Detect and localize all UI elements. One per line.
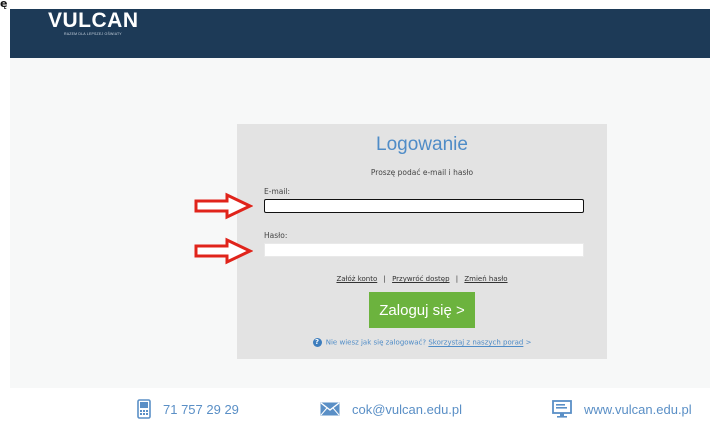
corner-text: ę [0,0,8,10]
phone-icon [137,399,151,419]
footer-email[interactable]: cok@vulcan.edu.pl [320,398,462,420]
password-field[interactable] [264,243,584,257]
help-line: ? Nie wiesz jak się zalogować? Skorzysta… [237,338,607,347]
logo-text: VULCAN [48,9,139,32]
help-link[interactable]: Skorzystaj z naszych porad [428,339,523,347]
email-address: cok@vulcan.edu.pl [352,401,463,417]
login-button[interactable]: Zaloguj się > [369,292,475,328]
link-separator: | [455,275,459,283]
envelope-icon [320,402,340,416]
website-url: www.vulcan.edu.pl [584,401,692,417]
restore-access-link[interactable]: Przywróć dostęp [392,275,449,283]
change-password-link[interactable]: Zmień hasło [464,275,507,283]
monitor-icon [552,400,572,418]
arrow-right-icon [194,237,253,265]
vulcan-logo[interactable]: VULCAN RAZEM DLA LEPSZEJ OŚWIATY [48,9,139,36]
help-suffix: > [525,338,532,347]
footer-phone[interactable]: 71 757 29 29 [137,398,239,420]
login-title: Logowanie [376,134,468,155]
email-label: E-mail: [264,187,291,196]
arrow-right-icon [194,192,253,220]
page: ę VULCAN RAZEM DLA LEPSZEJ OŚWIATY Logow… [0,0,712,423]
password-label: Hasło: [264,231,288,240]
phone-number: 71 757 29 29 [163,401,239,417]
login-panel: Logowanie Proszę podać e-mail i hasło E-… [237,124,607,359]
email-field[interactable] [264,199,584,213]
header-bar: VULCAN RAZEM DLA LEPSZEJ OŚWIATY [10,9,710,58]
footer-website[interactable]: www.vulcan.edu.pl [552,398,692,420]
help-question: Nie wiesz jak się zalogować? [325,338,427,347]
link-separator: | [383,275,386,283]
question-icon: ? [312,338,322,347]
login-subtitle: Proszę podać e-mail i hasło [370,168,474,177]
register-link[interactable]: Załóż konto [336,275,377,283]
account-links: Załóż konto | Przywróć dostęp | Zmień ha… [237,275,607,283]
